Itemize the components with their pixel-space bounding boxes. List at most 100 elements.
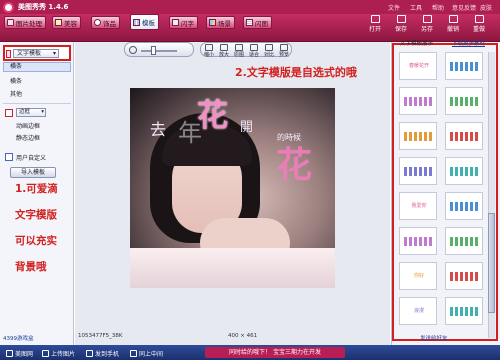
template-thumbnail[interactable] — [445, 262, 483, 290]
save-icon — [396, 15, 406, 23]
upload-icon — [42, 350, 49, 357]
category-select[interactable]: 文字模板 — [13, 49, 59, 58]
sparkle-icon — [172, 19, 179, 26]
folder-icon — [370, 15, 380, 23]
template-thumbnail[interactable] — [399, 227, 437, 255]
sidebar-item-animated-frame[interactable]: 动画边框 — [16, 121, 40, 130]
template-thumbnail-label — [450, 307, 480, 316]
template-thumbnail[interactable]: 你好 — [399, 262, 437, 290]
template-thumbnail[interactable] — [445, 192, 483, 220]
menu-file[interactable]: 文件 — [388, 3, 400, 12]
zoom-slider-knob[interactable] — [151, 46, 156, 55]
smile-icon — [94, 19, 101, 26]
template-thumbnail[interactable] — [399, 157, 437, 185]
tab-flash-image[interactable]: 闪图 — [243, 16, 272, 29]
annotation-line-1: 1.可爱滴 — [15, 183, 58, 195]
tab-flash-text[interactable]: 闪字 — [169, 16, 198, 29]
zoom-icon[interactable] — [129, 46, 137, 54]
import-template-button[interactable]: 导入模板 — [10, 167, 56, 178]
template-thumbnail-label — [450, 132, 480, 141]
zoom-out-button[interactable]: 缩小 — [201, 43, 217, 58]
template-thumbnail-label — [404, 132, 434, 141]
phone-icon — [86, 350, 93, 357]
right-panel-title: 文字模板展示 — [400, 41, 434, 47]
original-icon — [235, 44, 243, 51]
preview-icon — [280, 44, 288, 51]
frame-icon — [5, 109, 13, 117]
zoom-out-icon — [205, 44, 213, 51]
photo-canvas[interactable]: 去 年 花 開 的時候 花 — [130, 88, 335, 288]
original-size-button[interactable]: 原图 — [231, 43, 247, 58]
undo-icon — [448, 15, 458, 23]
zoom-slider-track[interactable] — [141, 50, 177, 52]
footer-link-meitu[interactable]: 美图网 — [6, 349, 33, 358]
template-thumbnail-label — [450, 237, 480, 246]
flash-icon — [246, 19, 253, 26]
menu-skin[interactable]: 皮肤 — [480, 3, 492, 12]
menu-feedback[interactable]: 意见反馈 — [452, 3, 476, 12]
zoom-in-button[interactable]: 放大 — [216, 43, 232, 58]
redo-icon — [474, 15, 484, 23]
tab-image-edit[interactable]: 图片处理 — [4, 16, 46, 29]
save-button[interactable]: 保存 — [390, 15, 412, 33]
sidebar-item-horizontal-2[interactable]: 横条 — [10, 76, 22, 85]
sidebar-item-static-frame[interactable]: 静态边框 — [16, 133, 40, 142]
template-thumbnail-label — [450, 167, 480, 176]
game-box-link[interactable]: 4399游戏盒 — [3, 334, 34, 342]
overlay-text-small[interactable]: 去 — [150, 116, 167, 140]
template-thumbnail-label — [404, 237, 434, 246]
menu-tools[interactable]: 工具 — [410, 3, 422, 12]
template-icon — [133, 18, 140, 26]
template-thumbnail[interactable]: 浪漫 — [399, 297, 437, 325]
tab-template[interactable]: 模板 — [130, 14, 159, 30]
frame-select[interactable]: 边框 — [16, 108, 46, 117]
sidebar-item-other[interactable]: 其他 — [10, 89, 22, 98]
custom-label: 用户自定义 — [16, 155, 47, 162]
zoom-in-icon — [220, 44, 228, 51]
scrollbar-thumb[interactable] — [488, 213, 495, 313]
footer-link-center[interactable]: 同上中间 — [130, 349, 163, 358]
download-more-link[interactable]: 下载更多素材 — [452, 39, 485, 47]
save-as-button[interactable]: 另存 — [416, 15, 438, 33]
fit-button[interactable]: 适合 — [246, 43, 262, 58]
overlay-text-tail[interactable]: 開 — [240, 116, 253, 135]
zoom-control — [124, 42, 194, 57]
template-thumbnail[interactable] — [445, 122, 483, 150]
preview-button[interactable]: 预览 — [276, 43, 292, 58]
template-thumbnail-label — [450, 97, 480, 106]
thumbnail-grid: 春暖花开我爱你你好浪漫 — [399, 52, 487, 338]
template-thumbnail[interactable] — [445, 297, 483, 325]
menu-help[interactable]: 帮助 — [432, 3, 444, 12]
template-thumbnail[interactable] — [445, 157, 483, 185]
category-select-highlight[interactable]: 文字模板 — [3, 45, 71, 61]
status-filename: 1053477F5_38K — [78, 333, 123, 339]
home-icon — [6, 350, 13, 357]
compare-button[interactable]: 对比 — [261, 43, 277, 58]
share-icon — [130, 350, 137, 357]
open-button[interactable]: 打开 — [364, 15, 386, 33]
scene-icon — [209, 19, 216, 26]
tab-accessories[interactable]: 饰品 — [91, 16, 120, 29]
template-thumbnail[interactable] — [445, 227, 483, 255]
template-thumbnail[interactable] — [399, 87, 437, 115]
template-thumbnail[interactable] — [445, 52, 483, 80]
undo-button[interactable]: 撤销 — [442, 15, 464, 33]
template-thumbnail[interactable] — [399, 122, 437, 150]
overlay-text-flower[interactable]: 花 — [276, 136, 312, 188]
footer-link-phone[interactable]: 发到手机 — [86, 349, 119, 358]
send-to-friend-link[interactable]: 发送给好友 — [420, 334, 448, 342]
footer-link-upload[interactable]: 上传图片 — [42, 349, 75, 358]
custom-icon — [5, 153, 13, 161]
template-thumbnail[interactable]: 春暖花开 — [399, 52, 437, 80]
annotation-line-3: 可以充实 — [15, 235, 57, 247]
save-as-icon — [422, 15, 432, 23]
template-thumbnail[interactable] — [445, 87, 483, 115]
tab-beauty[interactable]: 美容 — [52, 16, 81, 29]
template-thumbnail[interactable]: 我爱你 — [399, 192, 437, 220]
footer-banner[interactable]: 同时给的哦下！ 宝宝三期力在开发 — [205, 347, 345, 358]
sidebar-item-horizontal[interactable]: 横条 — [3, 62, 71, 72]
overlay-text-big[interactable]: 花 — [197, 90, 228, 135]
tab-scene[interactable]: 场景 — [206, 16, 235, 29]
star-icon — [55, 19, 62, 26]
redo-button[interactable]: 重做 — [468, 15, 490, 33]
